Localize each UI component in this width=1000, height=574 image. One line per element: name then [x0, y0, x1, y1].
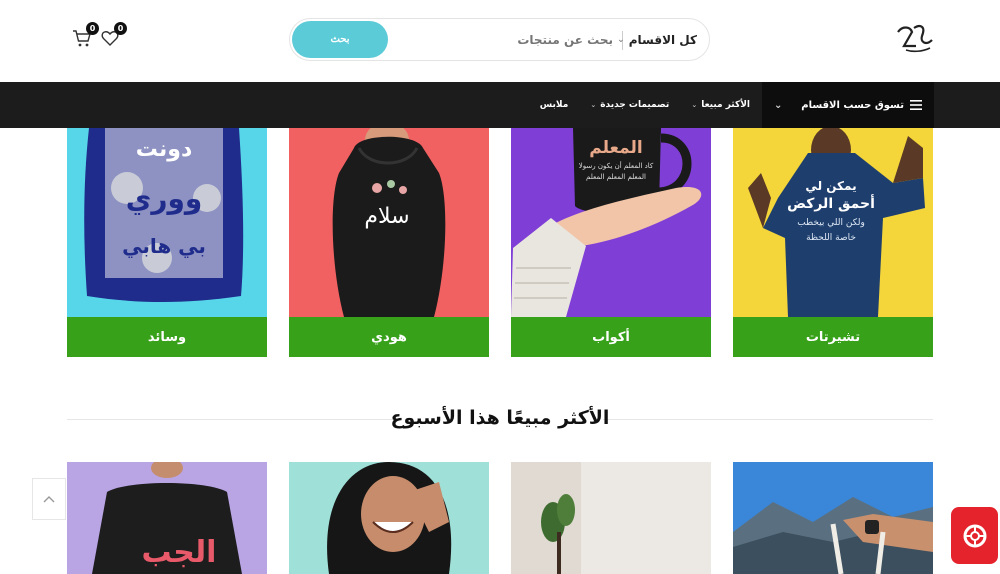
- category-card-tshirts[interactable]: يمكن لي أحمق الركض ولكن اللي بيخطب خاصة …: [733, 128, 933, 357]
- category-select[interactable]: كل الاقسام ⌄: [617, 30, 697, 50]
- category-select-label: كل الاقسام: [628, 33, 697, 47]
- category-label: وسائد: [67, 317, 267, 357]
- chevron-down-icon: ⌄: [617, 35, 625, 45]
- nav-menu: الأكثر مبيعا ⌄ تصميمات جديدة ⌄ ملابس: [540, 82, 750, 128]
- svg-text:سلام: سلام: [364, 204, 409, 229]
- product-image: [511, 462, 711, 574]
- svg-text:ووري: ووري: [126, 182, 203, 215]
- svg-text:دونت: دونت: [136, 137, 193, 162]
- svg-text:أحمق الركض: أحمق الركض: [787, 194, 875, 212]
- nav-item-new-designs[interactable]: تصميمات جديدة ⌄: [590, 100, 669, 110]
- category-image-mugs: المعلم كاد المعلم أن يكون رسولا المعلم ا…: [511, 128, 711, 317]
- site-logo[interactable]: [892, 22, 938, 56]
- search-button[interactable]: بحث: [292, 21, 388, 58]
- product-image: الجب: [67, 462, 267, 574]
- search-input[interactable]: [393, 27, 613, 53]
- product-card-tshirt[interactable]: الجب: [67, 462, 267, 574]
- svg-text:المعلم المعلم المعلم: المعلم المعلم المعلم: [586, 173, 646, 181]
- nav-item-label: ملابس: [539, 100, 569, 110]
- chevron-down-icon: ⌄: [691, 101, 698, 109]
- product-card-hoodie[interactable]: [289, 462, 489, 574]
- section-title: الأكثر مبيعًا هذا الأسبوع: [390, 407, 610, 429]
- svg-text:خاصة اللحظة: خاصة اللحظة: [806, 233, 856, 243]
- chevron-up-icon: [43, 496, 55, 503]
- nav-bar-edge: [0, 82, 68, 128]
- product-card-mug[interactable]: [511, 462, 711, 574]
- category-image-tshirts: يمكن لي أحمق الركض ولكن اللي بيخطب خاصة …: [733, 128, 933, 317]
- category-image-pillows: دونت ووري بي هابي: [67, 128, 267, 317]
- help-widget-button[interactable]: [951, 507, 998, 564]
- svg-text:يمكن لي: يمكن لي: [805, 179, 856, 193]
- site-header: بحث كل الاقسام ⌄ 0 0: [0, 0, 1000, 82]
- shop-by-category-toggle[interactable]: تسوق حسب الاقسام ⌄: [762, 82, 934, 128]
- category-label: تشيرتات: [733, 317, 933, 357]
- scroll-to-top-button[interactable]: [32, 478, 66, 520]
- nav-item-best-sellers[interactable]: الأكثر مبيعا ⌄: [691, 100, 750, 110]
- search-bar: بحث كل الاقسام ⌄: [289, 18, 710, 61]
- menu-icon: [910, 100, 922, 110]
- nav-bar-edge: [934, 82, 1000, 128]
- category-label: هودي: [289, 317, 489, 357]
- svg-text:ولكن اللي بيخطب: ولكن اللي بيخطب: [797, 218, 865, 228]
- cart-count-badge: 0: [86, 22, 99, 35]
- nav-item-clothes[interactable]: ملابس: [540, 100, 569, 110]
- shop-by-category-label-wrap: تسوق حسب الاقسام: [801, 100, 922, 111]
- category-label: أكواب: [511, 317, 711, 357]
- category-image-hoodies: سلام: [289, 128, 489, 317]
- svg-text:المعلم: المعلم: [589, 138, 642, 158]
- cart-button[interactable]: 0: [72, 22, 99, 50]
- product-image: [733, 462, 933, 574]
- product-shirt-text: الجب: [142, 535, 217, 570]
- category-card-hoodies[interactable]: سلام هودي: [289, 128, 489, 357]
- category-card-pillows[interactable]: دونت ووري بي هابي وسائد: [67, 128, 267, 357]
- product-image: [289, 462, 489, 574]
- category-card-mugs[interactable]: المعلم كاد المعلم أن يكون رسولا المعلم ا…: [511, 128, 711, 357]
- wishlist-button[interactable]: 0: [100, 22, 127, 50]
- svg-text:كاد المعلم أن يكون رسولا: كاد المعلم أن يكون رسولا: [579, 161, 654, 170]
- product-card-tote[interactable]: [733, 462, 933, 574]
- chevron-down-icon: ⌄: [590, 101, 597, 109]
- nav-item-label: الأكثر مبيعا: [701, 100, 750, 110]
- nav-item-label: تصميمات جديدة: [600, 100, 670, 110]
- svg-text:بي هابي: بي هابي: [122, 234, 206, 259]
- wishlist-count-badge: 0: [114, 22, 127, 35]
- chevron-down-icon: ⌄: [774, 99, 783, 111]
- shop-by-category-label: تسوق حسب الاقسام: [801, 99, 904, 111]
- lifebuoy-icon: [963, 524, 986, 547]
